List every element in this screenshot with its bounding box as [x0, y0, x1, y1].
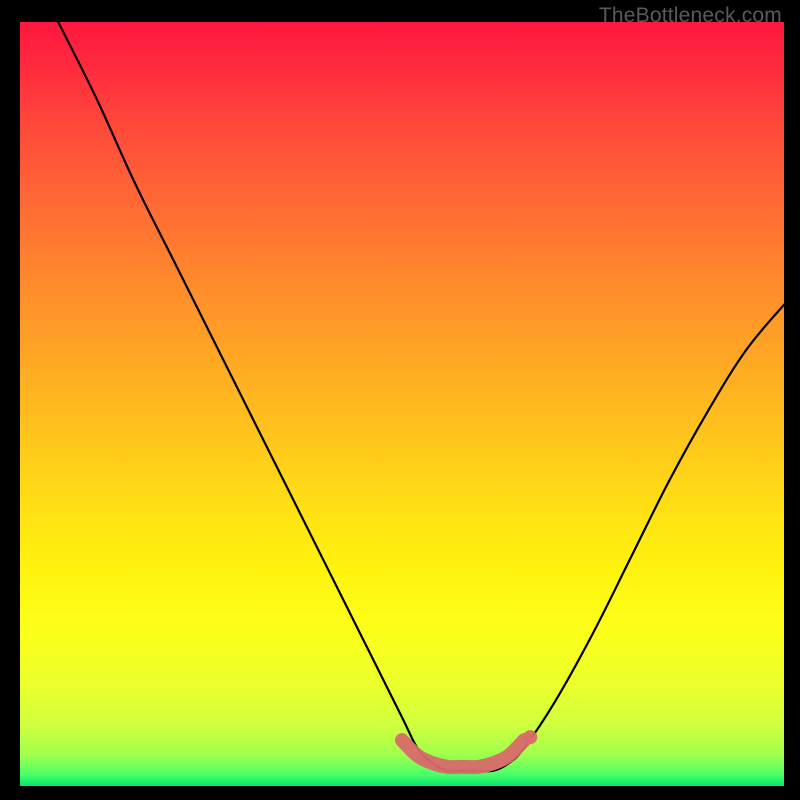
optimal-zone-highlight — [402, 740, 524, 767]
highlight-layer — [402, 730, 537, 767]
plot-area — [20, 22, 784, 786]
chart-frame — [20, 22, 784, 786]
watermark-text: TheBottleneck.com — [599, 4, 782, 28]
curve-layer — [58, 22, 784, 771]
chart-svg — [20, 22, 784, 786]
optimal-zone-end-dot — [523, 730, 537, 744]
bottleneck-curve-path — [58, 22, 784, 771]
